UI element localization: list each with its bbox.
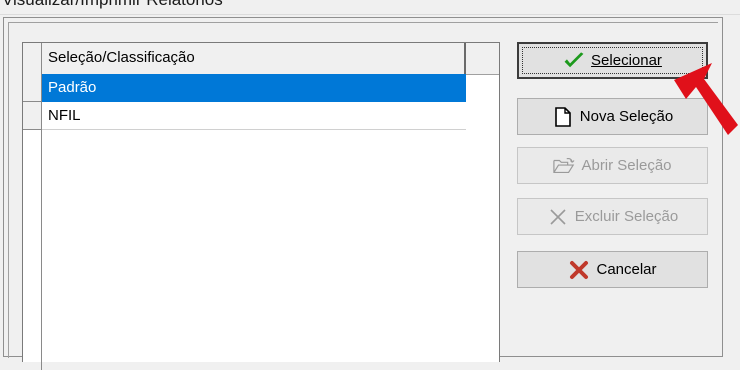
row-cell[interactable]: Padrão bbox=[42, 74, 466, 102]
row-label: Padrão bbox=[48, 79, 97, 96]
row-indicator-header bbox=[23, 43, 42, 74]
delete-selection-label: Excluir Seleção bbox=[574, 208, 679, 225]
table-row[interactable]: NFIL bbox=[23, 102, 466, 130]
cancel-label: Cancelar bbox=[596, 261, 657, 278]
row-indicator[interactable] bbox=[23, 74, 42, 102]
row-indicator[interactable] bbox=[23, 102, 42, 130]
check-icon bbox=[563, 50, 585, 72]
red-arrow-icon bbox=[674, 63, 738, 135]
row-label: NFIL bbox=[48, 107, 81, 124]
select-label-text: Selecionar bbox=[591, 52, 662, 69]
column-header-selecao[interactable]: Seleção/Classificação bbox=[42, 43, 466, 74]
header-empty-area bbox=[466, 43, 499, 75]
table-row[interactable]: Padrão bbox=[23, 74, 466, 102]
grid-header: Seleção/Classificação bbox=[23, 43, 466, 75]
open-selection-label: Abrir Seleção bbox=[581, 157, 672, 174]
selection-grid[interactable]: Seleção/Classificação Padrão NFIL bbox=[22, 42, 500, 370]
column-header-label: Seleção/Classificação bbox=[48, 49, 195, 66]
new-selection-label: Nova Seleção bbox=[579, 108, 674, 125]
empty-indicator-column bbox=[23, 130, 42, 370]
window-title: Visualizar/Imprimir Relatórios bbox=[2, 0, 223, 10]
row-cell[interactable]: NFIL bbox=[42, 102, 466, 130]
cancel-button[interactable]: Cancelar bbox=[517, 251, 708, 288]
select-button-label: Selecionar bbox=[591, 52, 662, 69]
open-selection-button[interactable]: Abrir Seleção bbox=[517, 147, 708, 184]
new-document-icon bbox=[552, 106, 574, 128]
cancel-x-icon bbox=[568, 259, 590, 281]
title-bar: Visualizar/Imprimir Relatórios bbox=[0, 0, 740, 14]
open-folder-icon bbox=[553, 155, 575, 177]
title-divider bbox=[0, 14, 740, 15]
x-icon bbox=[547, 206, 569, 228]
delete-selection-button[interactable]: Excluir Seleção bbox=[517, 198, 708, 235]
